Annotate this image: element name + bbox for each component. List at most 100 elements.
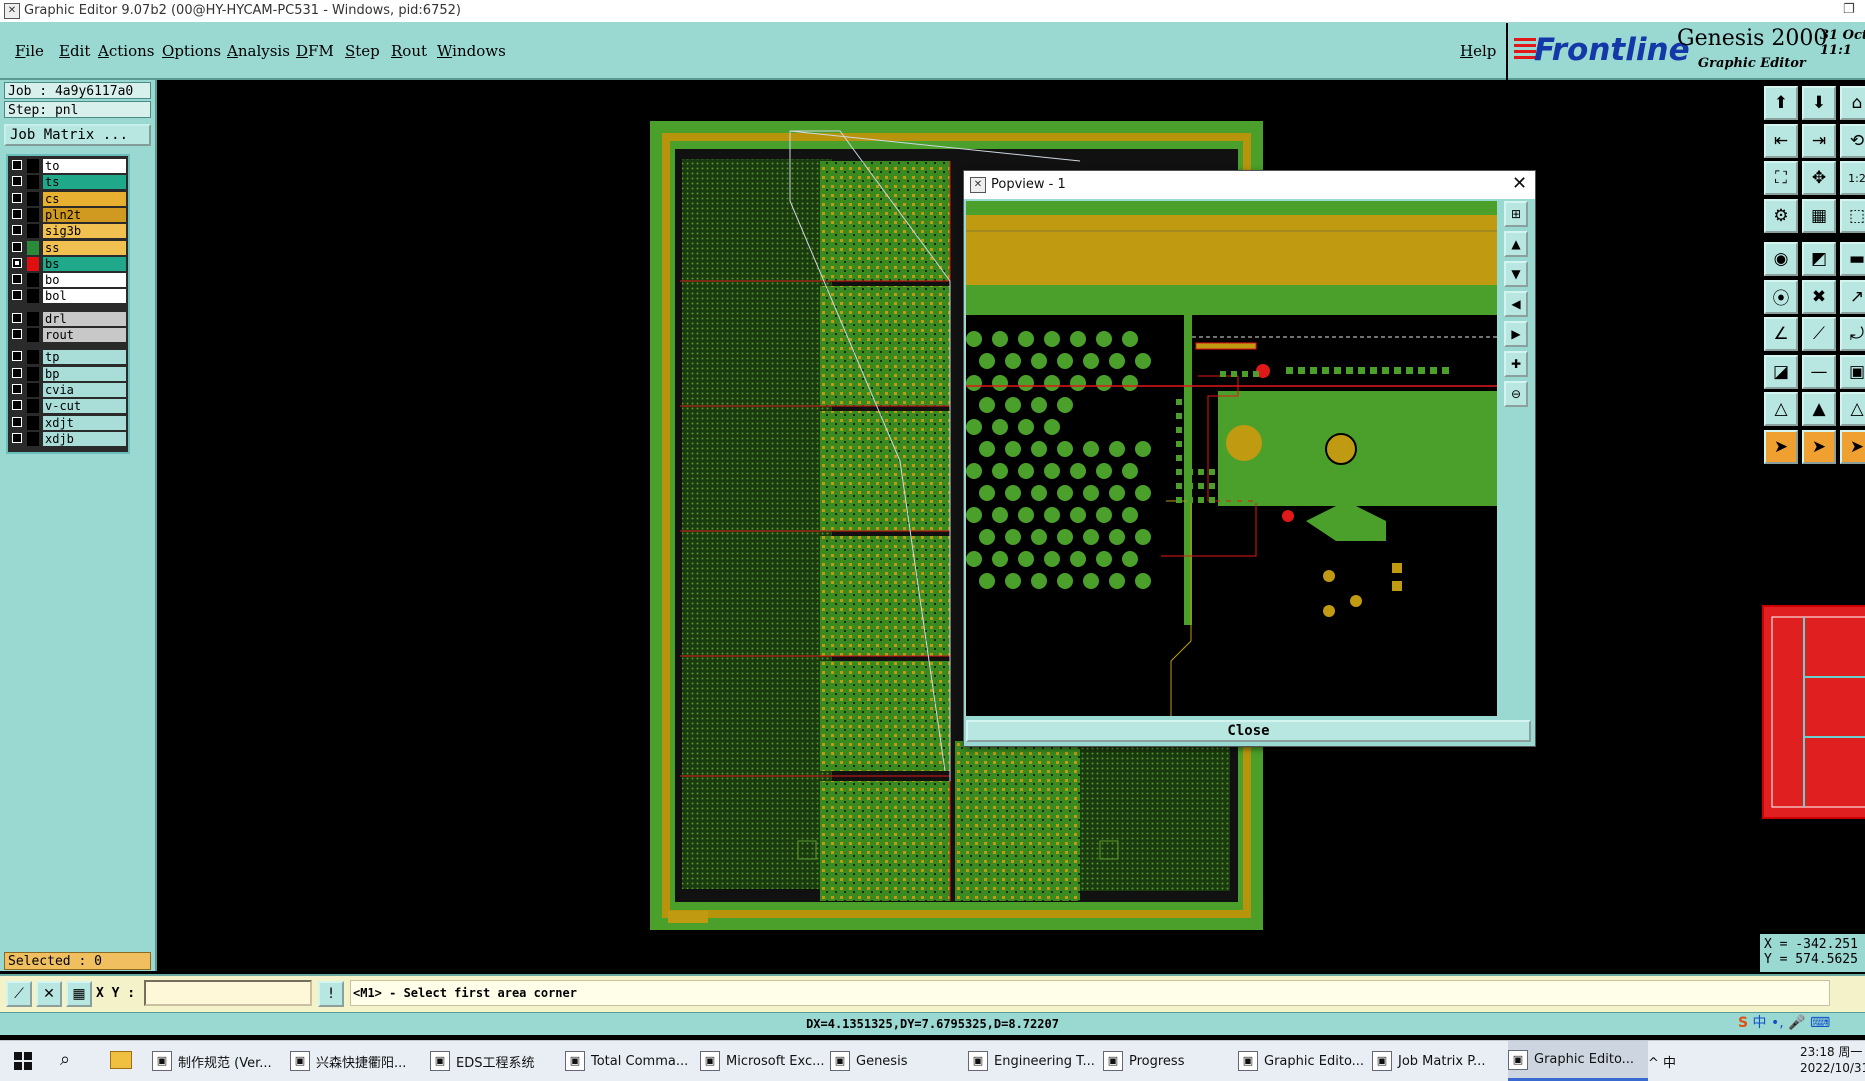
layer-name[interactable]: tp bbox=[43, 350, 126, 365]
zoom-up-icon[interactable]: ⬆ bbox=[1764, 86, 1798, 120]
grid-icon[interactable]: ▦ bbox=[1802, 198, 1836, 233]
pan-right-icon[interactable]: ⇥ bbox=[1802, 123, 1836, 158]
menu-actions[interactable]: Actions bbox=[98, 42, 154, 60]
fit-move-icon[interactable]: ✥ bbox=[1802, 161, 1836, 195]
layer-checkbox[interactable] bbox=[12, 432, 22, 443]
search-icon[interactable]: ⌕ bbox=[60, 1049, 70, 1070]
layer-checkbox[interactable] bbox=[12, 416, 22, 427]
layer-color-swatch[interactable] bbox=[27, 328, 39, 342]
select-icon[interactable]: ➤ bbox=[1764, 429, 1798, 464]
dash-icon[interactable]: — bbox=[1802, 354, 1836, 389]
layer-color-swatch[interactable] bbox=[27, 311, 39, 326]
layer-name[interactable]: cs bbox=[43, 191, 126, 206]
file-explorer-icon[interactable] bbox=[110, 1051, 132, 1069]
arc-icon[interactable]: ⤾ bbox=[1840, 317, 1865, 351]
popview-zoom-out-icon[interactable]: ⊖ bbox=[1504, 381, 1528, 407]
snap-mode-icon[interactable]: ⟋ bbox=[6, 981, 32, 1007]
layer-row-xdjb[interactable]: xdjb bbox=[10, 431, 126, 446]
layer-color-swatch[interactable] bbox=[27, 207, 39, 222]
layer-name[interactable]: bp bbox=[43, 366, 126, 381]
layer-row-bo[interactable]: bo bbox=[10, 273, 126, 288]
triangle-fill-icon[interactable]: ▲ bbox=[1802, 392, 1836, 426]
layer-checkbox[interactable] bbox=[12, 160, 22, 170]
layer-checkbox[interactable] bbox=[12, 312, 22, 323]
layer-checkbox[interactable] bbox=[12, 192, 22, 203]
taskbar-item[interactable]: ▣ 制作规范 (Ver... bbox=[152, 1041, 287, 1081]
taskbar-item[interactable]: ▣ EDS工程系统 bbox=[430, 1041, 563, 1081]
snap-icon[interactable]: ◉ bbox=[1764, 242, 1798, 276]
menu-help[interactable]: Help bbox=[1460, 42, 1496, 60]
line-icon[interactable]: ▬ bbox=[1840, 242, 1865, 276]
layer-checkbox[interactable] bbox=[12, 257, 22, 268]
layer-name[interactable]: rout bbox=[43, 328, 126, 342]
layer-row-to[interactable]: to bbox=[10, 159, 126, 173]
layer-checkbox[interactable] bbox=[12, 290, 22, 301]
color-icon[interactable]: ◩ bbox=[1802, 242, 1836, 276]
popview-pan-left-icon[interactable]: ◀ bbox=[1504, 291, 1528, 317]
layer-name[interactable]: bo bbox=[43, 273, 126, 288]
layer-name[interactable]: bs bbox=[43, 256, 126, 271]
layer-checkbox[interactable] bbox=[12, 351, 22, 362]
layer-color-swatch[interactable] bbox=[27, 240, 39, 255]
layer-checkbox[interactable] bbox=[12, 329, 22, 339]
layer-color-swatch[interactable] bbox=[27, 159, 39, 173]
layer-color-swatch[interactable] bbox=[27, 273, 39, 288]
frame-icon[interactable]: ⬚ bbox=[1840, 198, 1865, 233]
layer-row-pln2t[interactable]: pln2t bbox=[10, 207, 126, 222]
layer-checkbox[interactable] bbox=[12, 241, 22, 252]
layer-name[interactable]: ss bbox=[43, 240, 126, 255]
layer-color-swatch[interactable] bbox=[27, 415, 39, 430]
layer-row-bs[interactable]: bs bbox=[10, 256, 126, 271]
layer-checkbox[interactable] bbox=[12, 383, 22, 394]
layer-color-swatch[interactable] bbox=[27, 191, 39, 206]
popview-zoom-fit-icon[interactable]: ⊞ bbox=[1504, 201, 1528, 227]
popview-canvas[interactable] bbox=[966, 201, 1497, 716]
triangle-outline-icon[interactable]: △ bbox=[1764, 392, 1798, 426]
menu-analysis[interactable]: Analysis bbox=[227, 42, 290, 60]
box-icon[interactable]: ▣ bbox=[1840, 354, 1865, 389]
taskbar-item[interactable]: ▣ Genesis bbox=[830, 1041, 966, 1081]
layer-name[interactable]: sig3b bbox=[43, 224, 126, 239]
layer-row-ts[interactable]: ts bbox=[10, 175, 126, 190]
layer-row-xdjt[interactable]: xdjt bbox=[10, 415, 126, 430]
layer-name[interactable]: xdjb bbox=[43, 431, 126, 446]
pad-move-icon[interactable]: ◪ bbox=[1764, 354, 1798, 389]
menu-edit[interactable]: Edit bbox=[59, 42, 90, 60]
xy-input[interactable] bbox=[144, 980, 312, 1006]
layer-color-swatch[interactable] bbox=[27, 289, 39, 304]
layer-color-swatch[interactable] bbox=[27, 431, 39, 446]
layer-checkbox[interactable] bbox=[12, 274, 22, 285]
layer-row-sig3b[interactable]: sig3b bbox=[10, 224, 126, 239]
layer-name[interactable]: pln2t bbox=[43, 207, 126, 222]
layer-color-swatch[interactable] bbox=[27, 256, 39, 271]
layer-row-drl[interactable]: drl bbox=[10, 311, 126, 326]
layer-color-swatch[interactable] bbox=[27, 224, 39, 239]
pan-left-icon[interactable]: ⇤ bbox=[1764, 123, 1798, 158]
taskbar-item[interactable]: ▣ Graphic Edito... bbox=[1238, 1041, 1370, 1081]
fit-screen-icon[interactable]: ⛶ bbox=[1764, 161, 1798, 195]
taskbar-clock[interactable]: 23:18 周一 2022/10/31 bbox=[1800, 1044, 1865, 1076]
layer-row-ss[interactable]: ss bbox=[10, 240, 126, 255]
taskbar-item[interactable]: ▣ Progress bbox=[1103, 1041, 1236, 1081]
layer-checkbox[interactable] bbox=[12, 208, 22, 219]
ime-indicator[interactable]: S 中 •, 🎤 ⌨ bbox=[1738, 1012, 1865, 1034]
layer-row-cs[interactable]: cs bbox=[10, 191, 126, 206]
taskbar-item[interactable]: ▣ Microsoft Exc... bbox=[700, 1041, 828, 1081]
measure-icon[interactable]: ✕ bbox=[36, 981, 62, 1007]
menu-step[interactable]: Step bbox=[345, 42, 380, 60]
settings-icon[interactable]: ⚙ bbox=[1764, 198, 1798, 233]
close-icon[interactable]: ✕ bbox=[1512, 173, 1527, 194]
tray-icons[interactable]: ^ 中 bbox=[1648, 1052, 1676, 1071]
layer-row-rout[interactable]: rout bbox=[10, 328, 126, 342]
job-matrix-button[interactable]: Job Matrix ... bbox=[4, 124, 151, 146]
cross-icon[interactable]: ✖ bbox=[1802, 279, 1836, 314]
scale-icon[interactable]: 1:2 bbox=[1840, 161, 1865, 195]
layer-row-bp[interactable]: bp bbox=[10, 366, 126, 381]
layer-checkbox[interactable] bbox=[12, 225, 22, 236]
popview-pan-down-icon[interactable]: ▼ bbox=[1504, 261, 1528, 287]
taskbar-item[interactable]: ▣ Total Comma... bbox=[565, 1041, 698, 1081]
taskbar-item[interactable]: ▣ 兴森快捷衢阳... bbox=[290, 1041, 428, 1081]
grid-icon[interactable]: ▦ bbox=[66, 981, 92, 1007]
layer-color-swatch[interactable] bbox=[27, 366, 39, 381]
layer-name[interactable]: bol bbox=[43, 289, 126, 304]
